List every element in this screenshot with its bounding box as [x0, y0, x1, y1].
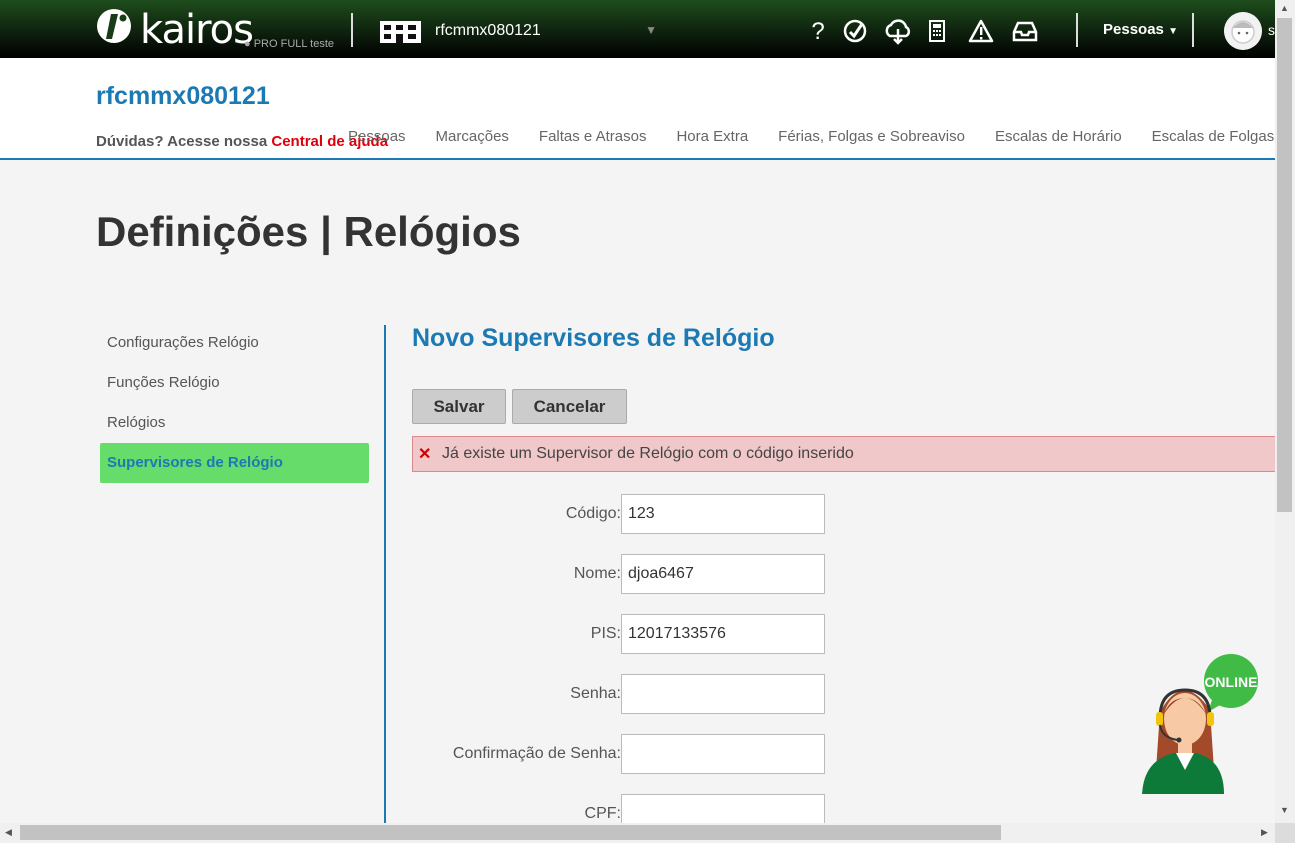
form-row-nome: Nome: [412, 554, 832, 594]
sidebar-item-relogios[interactable]: Relógios [100, 403, 369, 443]
cancel-button[interactable]: Cancelar [512, 389, 627, 424]
vertical-scrollbar[interactable]: ▲ ▼ [1275, 0, 1295, 823]
nav-pessoas[interactable]: Pessoas [333, 128, 421, 145]
content-divider [384, 325, 386, 823]
main-nav: Pessoas Marcações Faltas e Atrasos Hora … [333, 128, 1289, 145]
scroll-up-arrow-icon[interactable]: ▲ [1280, 3, 1289, 13]
page-title: Definições | Relógios [96, 208, 521, 255]
svg-text:?: ? [811, 18, 824, 45]
kairos-logo-icon [97, 9, 131, 43]
top-bar: kairos ● PRO FULL teste rfcmmx080121 ▼ ? [0, 0, 1275, 58]
nome-input[interactable] [621, 554, 825, 594]
senha-input[interactable] [621, 674, 825, 714]
sidebar-item-funcoes-relogio[interactable]: Funções Relógio [100, 363, 369, 403]
topbar-divider [1192, 13, 1194, 47]
online-badge-text: ONLINE [1205, 674, 1258, 690]
logo-subtitle: ● PRO FULL teste [244, 38, 334, 50]
caret-down-icon: ▼ [1168, 26, 1178, 37]
calculator-icon[interactable] [922, 16, 952, 46]
logo-subtitle-text: PRO FULL teste [253, 38, 334, 50]
save-button[interactable]: Salvar [412, 389, 506, 424]
error-alert: ✕ Já existe um Supervisor de Relógio com… [412, 436, 1282, 472]
nav-escalas-horario[interactable]: Escalas de Horário [980, 128, 1137, 145]
company-header: rfcmmx080121 Dúvidas? Acesse nossa Centr… [0, 58, 1275, 160]
help-prefix: Dúvidas? Acesse nossa [96, 133, 272, 150]
close-icon[interactable]: ✕ [418, 444, 431, 464]
confirmacao-senha-input[interactable] [621, 734, 825, 774]
online-chat-widget[interactable]: ONLINE [1138, 652, 1262, 800]
scroll-right-arrow-icon[interactable]: ▶ [1261, 827, 1268, 838]
scrollbar-corner [1275, 823, 1295, 843]
form-row-codigo: Código: [412, 494, 832, 534]
logo-text: kairos [140, 7, 254, 53]
form-row-confirmacao-senha: Confirmação de Senha: [412, 734, 832, 774]
horizontal-scroll-thumb[interactable] [20, 825, 1001, 840]
nome-label: Nome: [573, 565, 621, 582]
form-title: Novo Supervisores de Relógio [412, 324, 775, 352]
vertical-scroll-thumb[interactable] [1277, 18, 1292, 512]
form-row-senha: Senha: [412, 674, 832, 714]
nav-faltas-atrasos[interactable]: Faltas e Atrasos [524, 128, 662, 145]
topbar-divider [1076, 13, 1078, 47]
kairos-logo[interactable]: kairos ● PRO FULL teste [96, 6, 336, 54]
cpf-label: CPF: [584, 805, 621, 822]
nav-hora-extra[interactable]: Hora Extra [661, 128, 763, 145]
senha-label: Senha: [570, 685, 621, 702]
horizontal-scrollbar[interactable]: ◀ ▶ [0, 823, 1275, 843]
pessoas-dropdown[interactable]: Pessoas ▼ [1103, 21, 1178, 38]
nav-escalas-folgas[interactable]: Escalas de Folgas [1137, 128, 1290, 145]
pis-label: PIS: [590, 625, 621, 642]
form-row-pis: PIS: [412, 614, 832, 654]
pessoas-label: Pessoas [1103, 21, 1164, 38]
codigo-label: Código: [565, 505, 621, 522]
pis-input[interactable] [621, 614, 825, 654]
user-name[interactable]: s [1268, 22, 1275, 38]
scroll-left-arrow-icon[interactable]: ◀ [5, 827, 12, 838]
cloud-sync-icon[interactable] [883, 16, 913, 46]
building-icon [380, 21, 421, 43]
inbox-icon[interactable] [1010, 16, 1040, 46]
company-name: rfcmmx080121 [435, 22, 541, 39]
company-selector[interactable]: rfcmmx080121 ▼ [380, 0, 665, 58]
error-message: Já existe um Supervisor de Relógio com o… [442, 445, 854, 462]
topbar-divider [351, 13, 353, 47]
chevron-down-icon: ▼ [645, 23, 657, 37]
sidebar: Configurações Relógio Funções Relógio Re… [100, 323, 369, 483]
company-title: rfcmmx080121 [96, 82, 270, 110]
nav-marcacoes[interactable]: Marcações [421, 128, 524, 145]
user-avatar-icon [1224, 12, 1262, 50]
warning-icon[interactable] [966, 16, 996, 46]
nav-ferias-folgas[interactable]: Férias, Folgas e Sobreaviso [763, 128, 980, 145]
sidebar-item-supervisores-relogio[interactable]: Supervisores de Relógio [100, 443, 369, 483]
codigo-input[interactable] [621, 494, 825, 534]
confirmacao-senha-label: Confirmação de Senha: [452, 745, 621, 762]
sidebar-item-configuracoes-relogio[interactable]: Configurações Relógio [100, 323, 369, 363]
help-icon[interactable]: ? [803, 16, 833, 46]
avatar[interactable] [1224, 12, 1262, 50]
support-icon[interactable] [841, 16, 871, 46]
scroll-down-arrow-icon[interactable]: ▼ [1280, 805, 1289, 815]
